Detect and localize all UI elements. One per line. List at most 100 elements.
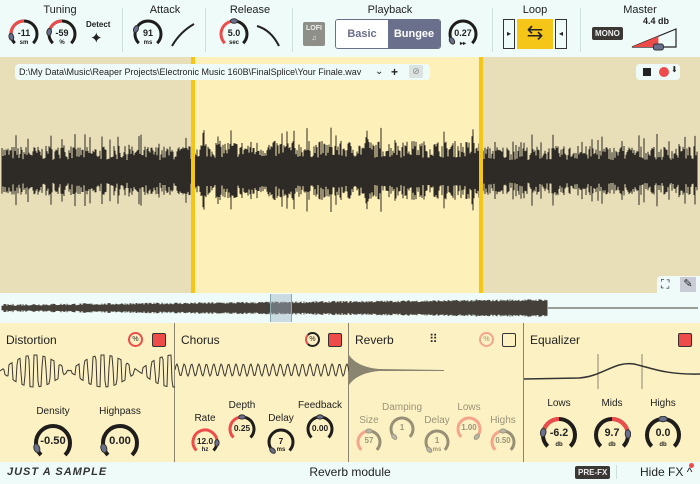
knob-unit: ms — [432, 447, 442, 454]
mix-icon[interactable]: % — [305, 332, 320, 347]
release-curve-icon[interactable] — [255, 24, 281, 48]
link-icon[interactable]: ⊘ — [409, 65, 423, 78]
file-path: D:\My Data\Music\Reaper Projects\Electro… — [19, 67, 362, 77]
playback-title: Playback — [367, 4, 413, 16]
loop-title: Loop — [522, 4, 548, 16]
feedback-knob[interactable]: 0.00 — [305, 414, 335, 444]
loop-end-button[interactable]: ◂ — [555, 19, 567, 49]
distortion-wave-preview — [0, 354, 175, 388]
chorus-enable-toggle[interactable] — [328, 333, 342, 347]
loop-toggle-icon[interactable]: ⇆ — [517, 19, 553, 49]
equalizer-title: Equalizer — [530, 333, 581, 347]
highpass-label: Highpass — [99, 406, 141, 417]
selection-start-handle[interactable] — [190, 57, 195, 293]
fullscreen-icon[interactable]: ⛶ — [661, 277, 669, 292]
loop-start-button[interactable]: ▸ — [503, 19, 515, 49]
knob-value: 0.50 — [495, 436, 511, 446]
feedback-label: Feedback — [298, 400, 342, 411]
knob-unit: db — [659, 441, 667, 448]
mids-knob[interactable]: 9.7 db — [593, 416, 631, 454]
knob-value: 12.0 — [196, 436, 214, 446]
knob-unit: sec — [228, 39, 239, 46]
highs-label: Highs — [650, 398, 676, 409]
overview-strip[interactable] — [0, 293, 700, 323]
equalizer-enable-toggle[interactable] — [678, 333, 692, 347]
highs-knob[interactable]: 0.50 — [489, 428, 517, 456]
magic-wand-icon[interactable]: ✦ — [90, 29, 103, 47]
playback-mode-toggle: Basic Bungee — [335, 19, 441, 49]
knob-unit: ▸▸ — [459, 40, 467, 47]
knob-unit: % — [59, 39, 65, 46]
knob-unit: hz — [201, 447, 209, 454]
knob-value: -6.2 — [549, 427, 569, 440]
attack-curve-icon[interactable] — [170, 22, 196, 48]
knob-value: 0.00 — [109, 435, 131, 447]
chevron-down-icon[interactable]: ⌄ — [375, 64, 383, 80]
distortion-panel: Distortion % Density -0.50 Highpass 0.00 — [0, 323, 175, 462]
attack-title: Attack — [149, 4, 181, 16]
reverb-decay-preview — [349, 355, 444, 385]
density-knob[interactable]: -0.50 — [33, 423, 73, 463]
basic-mode-button[interactable]: Basic — [336, 20, 388, 48]
notification-dot — [689, 463, 694, 468]
stop-icon[interactable] — [643, 68, 651, 76]
view-controls: ⛶ ✎ — [657, 276, 700, 293]
status-text: Reverb module — [309, 465, 391, 479]
highs-knob[interactable]: 0.0 db — [644, 416, 682, 454]
semitones-knob[interactable]: -11 sm — [8, 18, 40, 50]
knob-unit: sm — [19, 39, 29, 46]
reverb-panel: Reverb ⠿ % Size 57 Damping 1 Delay 1 ms Lows 1.0… — [349, 323, 524, 462]
knob-unit: ms — [276, 447, 286, 454]
highpass-knob[interactable]: 0.00 — [100, 423, 140, 463]
knob-value: 0.0 — [655, 427, 671, 440]
mic-icon[interactable]: ⬇ — [671, 65, 678, 74]
hide-fx-label: Hide FX — [640, 465, 684, 479]
pre-fx-button[interactable]: PRE-FX — [575, 466, 611, 479]
overview-waveform — [1, 299, 698, 317]
attack-knob[interactable]: 91 ms — [132, 18, 164, 50]
distortion-enable-toggle[interactable] — [152, 333, 166, 347]
record-icon[interactable] — [659, 67, 669, 77]
knob-value: -59 — [55, 27, 69, 38]
mix-icon[interactable]: % — [479, 332, 494, 347]
hide-fx-button[interactable]: Hide FX ^ — [640, 465, 692, 479]
knob-value: 0.00 — [311, 423, 329, 433]
footer: JUST A SAMPLE Reverb module PRE-FX Hide … — [0, 462, 700, 484]
waveform-view[interactable]: D:\My Data\Music\Reaper Projects\Electro… — [0, 57, 700, 293]
size-knob[interactable]: 57 — [355, 428, 383, 456]
knob-value: 9.7 — [604, 427, 620, 440]
add-icon[interactable]: + — [391, 64, 398, 80]
mono-button[interactable]: MONO — [592, 27, 623, 40]
overview-viewport[interactable] — [270, 294, 292, 322]
distortion-title: Distortion — [6, 333, 57, 347]
tuning-title: Tuning — [43, 4, 77, 16]
chorus-wave-preview — [175, 362, 349, 378]
delay-knob[interactable]: 1 ms — [423, 428, 451, 456]
chorus-panel: Chorus % Rate 12.0 hz Depth 0.25 Delay 7 ms Feed… — [175, 323, 349, 462]
lofi-button[interactable]: LOFI ♫ — [303, 22, 325, 46]
master-title: Master — [623, 4, 657, 16]
knob-unit: ms — [143, 39, 153, 46]
master-gain-slider[interactable] — [630, 27, 678, 51]
lows-knob[interactable]: -6.2 db — [540, 416, 578, 454]
mix-icon[interactable]: % — [128, 332, 143, 347]
rate-knob[interactable]: 12.0 hz — [190, 427, 220, 457]
release-knob[interactable]: 5.0 sec — [218, 18, 250, 50]
grid-menu-icon[interactable]: ⠿ — [429, 332, 438, 346]
knob-value: 0.27 — [454, 27, 472, 38]
reverb-title: Reverb — [355, 333, 394, 347]
selection-end-handle[interactable] — [478, 57, 483, 293]
lofi-label: LOFI — [306, 25, 322, 32]
bungee-mode-button[interactable]: Bungee — [388, 20, 440, 48]
knob-unit: db — [608, 441, 616, 448]
reverb-enable-toggle[interactable] — [502, 333, 516, 347]
pin-icon[interactable]: ✎ — [680, 277, 696, 292]
knob-value: 5.0 — [227, 27, 241, 38]
delay-knob[interactable]: 7 ms — [266, 427, 296, 457]
cents-knob[interactable]: -59% — [46, 18, 78, 50]
speed-knob[interactable]: 0.27 ▸▸ — [447, 18, 479, 50]
depth-label: Depth — [228, 400, 256, 411]
knob-value: -0.50 — [40, 435, 66, 447]
file-path-bar[interactable]: D:\My Data\Music\Reaper Projects\Electro… — [15, 64, 430, 80]
equalizer-panel: Equalizer Lows -6.2 db Mids 9.7 db Highs 0.0 db — [524, 323, 700, 462]
